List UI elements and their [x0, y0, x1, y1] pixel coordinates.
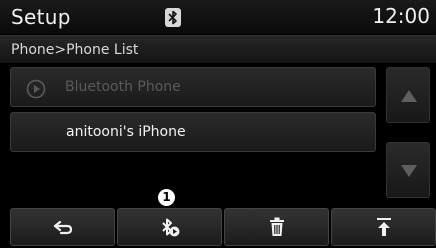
list-item-bluetooth-phone[interactable]: Bluetooth Phone	[10, 67, 376, 107]
breadcrumb: Phone>Phone List	[11, 42, 139, 58]
bluetooth-connect-button[interactable]	[117, 208, 222, 246]
page-title: Setup	[11, 5, 71, 29]
back-button[interactable]	[10, 208, 115, 246]
bluetooth-status-icon	[165, 8, 181, 27]
status-bar: Setup 12:00	[0, 0, 436, 34]
list-item-phone[interactable]: anitooni's iPhone	[10, 112, 376, 152]
scroll-to-top-button[interactable]	[331, 208, 436, 246]
delete-button[interactable]	[224, 208, 329, 246]
list-item-label: Bluetooth Phone	[65, 79, 181, 95]
callout-marker: 1	[158, 189, 175, 206]
clock: 12:00	[372, 4, 430, 28]
scroll-down-button[interactable]	[386, 142, 430, 198]
play-circle-icon	[26, 79, 46, 99]
scroll-up-button[interactable]	[386, 67, 430, 123]
breadcrumb-bar: Phone>Phone List	[0, 35, 436, 63]
list-item-label: anitooni's iPhone	[66, 124, 186, 140]
